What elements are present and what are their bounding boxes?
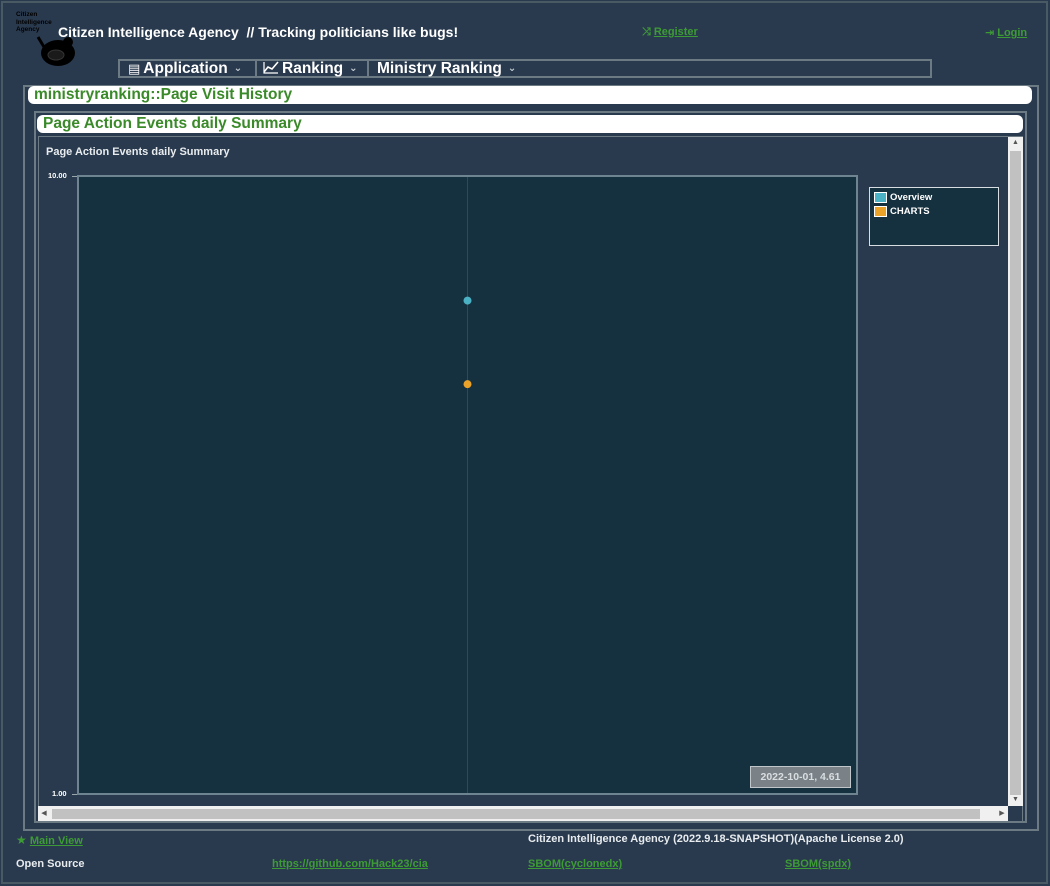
chevron-down-icon: ⌄ [349,63,358,74]
scatter-plot[interactable] [79,177,856,793]
horizontal-scrollbar[interactable]: ◀ ▶ [38,806,1008,821]
legend-entry-overview[interactable]: Overview [874,192,932,203]
legend-entry-charts[interactable]: CHARTS [874,206,930,217]
chart-legend: Overview CHARTS [869,187,999,246]
star-icon: ★ [16,833,27,847]
scroll-up-arrow-icon[interactable]: ▲ [1008,137,1023,149]
line-chart-icon [263,60,279,77]
scroll-down-arrow-icon[interactable]: ▼ [1008,794,1023,806]
scroll-right-arrow-icon[interactable]: ▶ [996,806,1008,821]
menu-application[interactable]: ▤ Application ⌄ [120,60,257,77]
main-view-link[interactable]: ★ Main View [16,833,83,847]
sign-in-icon: ⇥ [985,27,995,39]
brand-title: Citizen Intelligence Agency // Tracking … [58,24,459,40]
plot-area[interactable] [77,175,858,795]
scroll-left-arrow-icon[interactable]: ◀ [38,806,50,821]
sbom-cyclonedx-link[interactable]: SBOM(cyclonedx) [528,858,622,870]
chart-title: Page Action Events daily Summary [46,146,230,158]
y-tick-label-top: 10.00 [48,171,67,180]
version-text: Citizen Intelligence Agency (2022.9.18-S… [528,833,904,845]
github-link[interactable]: https://github.com/Hack23/cia [272,858,428,870]
page-title: ministryranking::Page Visit History [28,86,1032,104]
menu-ministry-ranking[interactable]: Ministry Ranking ⌄ [369,60,539,77]
menu-ranking[interactable]: Ranking ⌄ [257,60,369,77]
legend-swatch [874,192,887,203]
sbom-spdx-link[interactable]: SBOM(spdx) [785,858,851,870]
chevron-down-icon: ⌄ [233,63,243,74]
register-link[interactable]: ⤨ Register [642,26,698,39]
chart-tooltip: 2022-10-01, 4.61 [750,766,851,788]
agency-logo[interactable]: Citizen Intelligence Agency [14,9,78,71]
shuffle-icon: ⤨ [642,26,651,38]
login-link[interactable]: ⇥ Login [985,26,1027,39]
vertical-scroll-thumb[interactable] [1010,151,1021,795]
open-source-label: Open Source [16,858,85,870]
horizontal-scroll-thumb[interactable] [52,809,980,819]
legend-swatch [874,206,887,217]
data-point-overview[interactable] [463,296,472,305]
main-menu-bar: ▤ Application ⌄ Ranking ⌄ Ministry Ranki… [118,59,932,78]
document-icon: ▤ [128,60,141,76]
vertical-scrollbar[interactable]: ▲ ▼ [1008,137,1023,806]
y-tick-label-bottom: 1.00 [52,789,67,798]
chevron-down-icon: ⌄ [507,63,517,74]
data-point-charts[interactable] [463,380,472,389]
chart-panel-title: Page Action Events daily Summary [37,115,1023,133]
